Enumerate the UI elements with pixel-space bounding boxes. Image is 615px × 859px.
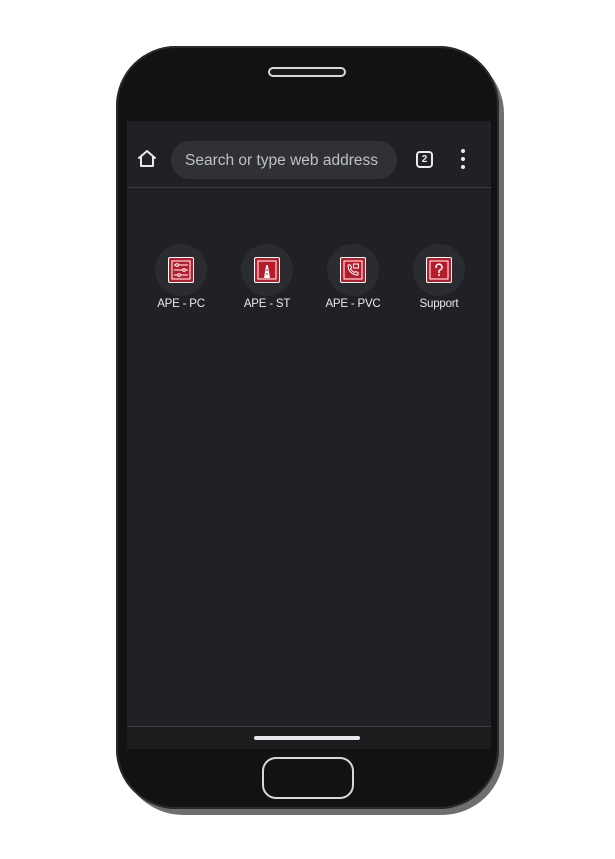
shortcut-ape-pc[interactable]: APE - PC [141,244,221,316]
address-bar[interactable] [171,141,397,181]
browser-toolbar: 2 [127,121,491,188]
shortcut-label: APE - PC [157,298,205,310]
browser-screen: 2 APE - PC [127,121,491,749]
shortcut-label: APE - ST [243,298,291,310]
phone-call-icon [340,257,366,283]
shortcut-ape-pvc[interactable]: APE - PVC [313,244,393,316]
shortcut-icon-circle [241,244,293,296]
shortcut-icon-circle [155,244,207,296]
shortcut-support[interactable]: Support [399,244,479,316]
search-input[interactable] [183,141,397,181]
road-icon [254,257,280,283]
more-options-icon[interactable] [455,149,471,171]
shortcut-label: Support [419,298,459,310]
tab-count: 2 [421,154,428,165]
phone-speaker [268,67,346,77]
sliders-icon [168,257,194,283]
shortcut-label: APE - PVC [325,298,381,310]
gesture-nav-bar [127,726,491,749]
home-icon[interactable] [135,147,159,171]
gesture-handle[interactable] [254,736,360,740]
hardware-home-button[interactable] [262,757,354,799]
shortcut-icon-circle [327,244,379,296]
shortcut-icon-circle [413,244,465,296]
question-icon [426,257,452,283]
shortcut-ape-st[interactable]: APE - ST [227,244,307,316]
tab-switcher-button[interactable]: 2 [416,151,433,168]
